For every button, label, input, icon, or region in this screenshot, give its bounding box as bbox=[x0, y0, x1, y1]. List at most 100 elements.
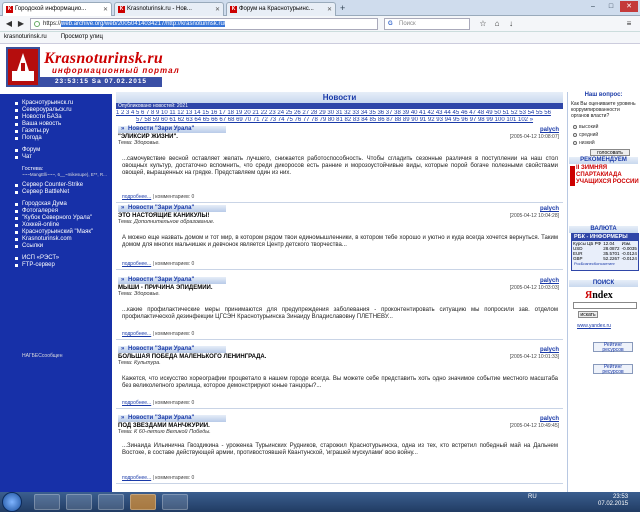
article-body: ...какие профилактические меры принимают… bbox=[122, 307, 558, 320]
close-tab-icon[interactable]: ✕ bbox=[215, 6, 220, 13]
logo-emblem-icon bbox=[12, 53, 34, 81]
radio-icon[interactable] bbox=[573, 132, 577, 137]
search-field[interactable]: G Поиск bbox=[384, 18, 470, 30]
article-topic: Тема: Здоровье. bbox=[118, 140, 160, 146]
bookmark-street-view[interactable]: Просмотр улиц bbox=[61, 34, 103, 40]
sidebar-item[interactable]: Газеты.ру bbox=[15, 128, 112, 135]
read-more-link[interactable]: подробнее... bbox=[122, 475, 151, 481]
sidebar-item[interactable]: Krasnoturinsk.com bbox=[15, 236, 112, 243]
topic-label: Тема: bbox=[118, 219, 133, 225]
yandex-link[interactable]: www.yandex.ru bbox=[577, 323, 611, 329]
pagination-line-2[interactable]: 57 58 59 60 61 62 63 64 65 66 67 68 69 7… bbox=[116, 117, 563, 124]
article-category[interactable]: Новости "Зари Урала" bbox=[118, 205, 226, 212]
app-taskbar-icon[interactable] bbox=[98, 494, 124, 510]
topic-label: Тема: bbox=[118, 360, 133, 366]
close-tab-icon[interactable]: ✕ bbox=[103, 6, 108, 13]
vote-button[interactable]: голосовать bbox=[590, 149, 630, 156]
tab-city-portal[interactable]: K Городской информацио... ✕ bbox=[2, 2, 112, 16]
poll-question: Как Вы оцениваете уровень коррумпированн… bbox=[571, 101, 636, 119]
site-search-button[interactable]: искать bbox=[578, 311, 598, 318]
topic-value: Дополнительное образование. bbox=[134, 219, 215, 225]
pagination-line-1[interactable]: 1 2 3 4 5 6 7 8 9 10 11 12 13 14 15 16 1… bbox=[116, 110, 563, 117]
rating-button-2[interactable]: Рейтинг ресурсов bbox=[593, 364, 633, 375]
sidebar-item[interactable]: Форум bbox=[15, 147, 112, 154]
article-category[interactable]: Новости "Зари Урала" bbox=[118, 277, 226, 284]
radio-icon[interactable] bbox=[573, 124, 577, 129]
recommend-link[interactable]: II зимняя спартакиада учащихся России bbox=[570, 165, 640, 193]
article-category[interactable]: Новости "Зари Урала" bbox=[118, 346, 226, 353]
article-author[interactable]: palych bbox=[540, 416, 559, 422]
url-field[interactable]: https://web.archive.org/web/200504140342… bbox=[30, 18, 378, 30]
article-author[interactable]: palych bbox=[540, 127, 559, 133]
sidebar-item[interactable]: Сервер Counter-Strike bbox=[15, 182, 112, 189]
sidebar-item[interactable]: Краснотурьинск.ru bbox=[15, 100, 112, 107]
article-date: [2005-04-12 10:01:33] bbox=[509, 354, 559, 360]
read-more-link[interactable]: подробнее... bbox=[122, 194, 151, 200]
forward-icon[interactable]: ▶ bbox=[16, 19, 26, 29]
comments-count[interactable]: комментариев: 0 bbox=[155, 194, 194, 200]
firefox-taskbar-icon[interactable] bbox=[130, 494, 156, 510]
download-icon[interactable]: ↓ bbox=[506, 19, 516, 29]
sidebar-item[interactable]: Хоккей-online bbox=[15, 222, 112, 229]
sidebar-item[interactable]: "Кубок Северного Урала" bbox=[15, 215, 112, 222]
comments-count[interactable]: комментариев: 0 bbox=[155, 475, 194, 481]
home-icon[interactable]: ⌂ bbox=[492, 19, 502, 29]
sidebar-item[interactable]: Североуральск.ru bbox=[15, 107, 112, 114]
sidebar-item[interactable]: Погода bbox=[15, 135, 112, 142]
sidebar-item[interactable]: Городская Дума bbox=[15, 201, 112, 208]
article-meta: подробнее... | комментариев: 0 bbox=[122, 261, 195, 267]
system-clock[interactable]: 23:53 07.02.2015 bbox=[598, 494, 628, 508]
language-indicator[interactable]: RU bbox=[528, 494, 537, 500]
comments-count[interactable]: комментариев: 0 bbox=[155, 400, 194, 406]
rating-button-1[interactable]: Рейтинг ресурсов bbox=[593, 342, 633, 353]
new-tab-icon[interactable]: + bbox=[340, 3, 352, 14]
sidebar-item[interactable]: Сервер BattleNet bbox=[15, 189, 112, 196]
tab-krasnoturinsk-news[interactable]: K Krasnoturinsk.ru - Нов... ✕ bbox=[114, 2, 224, 16]
sidebar-item[interactable]: Ссылки bbox=[15, 243, 112, 250]
comments-count[interactable]: комментариев: 0 bbox=[155, 331, 194, 337]
article-category[interactable]: Новости "Зари Урала" bbox=[118, 415, 226, 422]
app2-taskbar-icon[interactable] bbox=[162, 494, 188, 510]
close-tab-icon[interactable]: ✕ bbox=[327, 6, 332, 13]
tab-bar: K Городской информацио... ✕ K Krasnoturinsk… bbox=[0, 0, 640, 16]
explorer-taskbar-icon[interactable] bbox=[34, 494, 60, 510]
sidebar-item[interactable]: Фотогалерея bbox=[15, 208, 112, 215]
article-author[interactable]: palych bbox=[540, 278, 559, 284]
read-more-link[interactable]: подробнее... bbox=[122, 400, 151, 406]
media-taskbar-icon[interactable] bbox=[66, 494, 92, 510]
article-meta: подробнее... | комментариев: 0 bbox=[122, 400, 195, 406]
currency-title: ВАЛЮТА bbox=[569, 226, 638, 233]
sidebar-item[interactable]: Чат bbox=[15, 154, 112, 161]
article-body: Кажется, что искусство хореографии процв… bbox=[122, 376, 558, 389]
site-search-input[interactable] bbox=[573, 302, 637, 309]
sidebar-item[interactable]: ИСП «РЭСТ» bbox=[15, 255, 112, 262]
comments-count[interactable]: комментариев: 0 bbox=[155, 261, 194, 267]
tab-forum[interactable]: K Форум на Краснотурьинс... ✕ bbox=[226, 2, 336, 16]
article-category[interactable]: Новости "Зари Урала" bbox=[118, 126, 226, 133]
start-button-icon[interactable] bbox=[2, 492, 22, 512]
poll-option-low[interactable]: низкий bbox=[573, 140, 595, 146]
article-author[interactable]: palych bbox=[540, 347, 559, 353]
menu-icon[interactable]: ≡ bbox=[624, 19, 634, 29]
sidebar-item[interactable]: Новости БАЗа bbox=[15, 114, 112, 121]
star-icon[interactable]: ☆ bbox=[478, 19, 488, 29]
bookmark-krasnoturinsk[interactable]: krasnoturinsk.ru bbox=[4, 34, 47, 40]
sidebar-item[interactable]: FTP-сервер bbox=[15, 262, 112, 269]
sidebar-item[interactable]: Ваша новость bbox=[15, 121, 112, 128]
maximize-icon[interactable]: □ bbox=[602, 1, 620, 12]
poll-option-medium[interactable]: средний bbox=[573, 132, 598, 138]
read-more-link[interactable]: подробнее... bbox=[122, 261, 151, 267]
article-author[interactable]: palych bbox=[540, 206, 559, 212]
bookmarks-bar: krasnoturinsk.ru Просмотр улиц bbox=[0, 32, 640, 44]
poll-option-high[interactable]: высокий bbox=[573, 124, 598, 130]
logo-emblem[interactable] bbox=[6, 47, 40, 87]
url-prefix: https:// bbox=[43, 21, 62, 27]
read-more-link[interactable]: подробнее... bbox=[122, 331, 151, 337]
minimize-icon[interactable]: – bbox=[584, 1, 602, 12]
radio-icon[interactable] bbox=[573, 140, 577, 145]
pagination[interactable]: 1 2 3 4 5 6 7 8 9 10 11 12 13 14 15 16 1… bbox=[116, 110, 563, 123]
sidebar-item[interactable]: Краснотурьинский "Маяк" bbox=[15, 229, 112, 236]
back-icon[interactable]: ◀ bbox=[4, 19, 14, 29]
close-window-icon[interactable]: ✕ bbox=[620, 1, 638, 12]
rbk-informer[interactable]: РБК - ИНФОРМЕРЫ Курсы ЦБ РФ 12.04 Изм. USD 2… bbox=[571, 233, 639, 271]
